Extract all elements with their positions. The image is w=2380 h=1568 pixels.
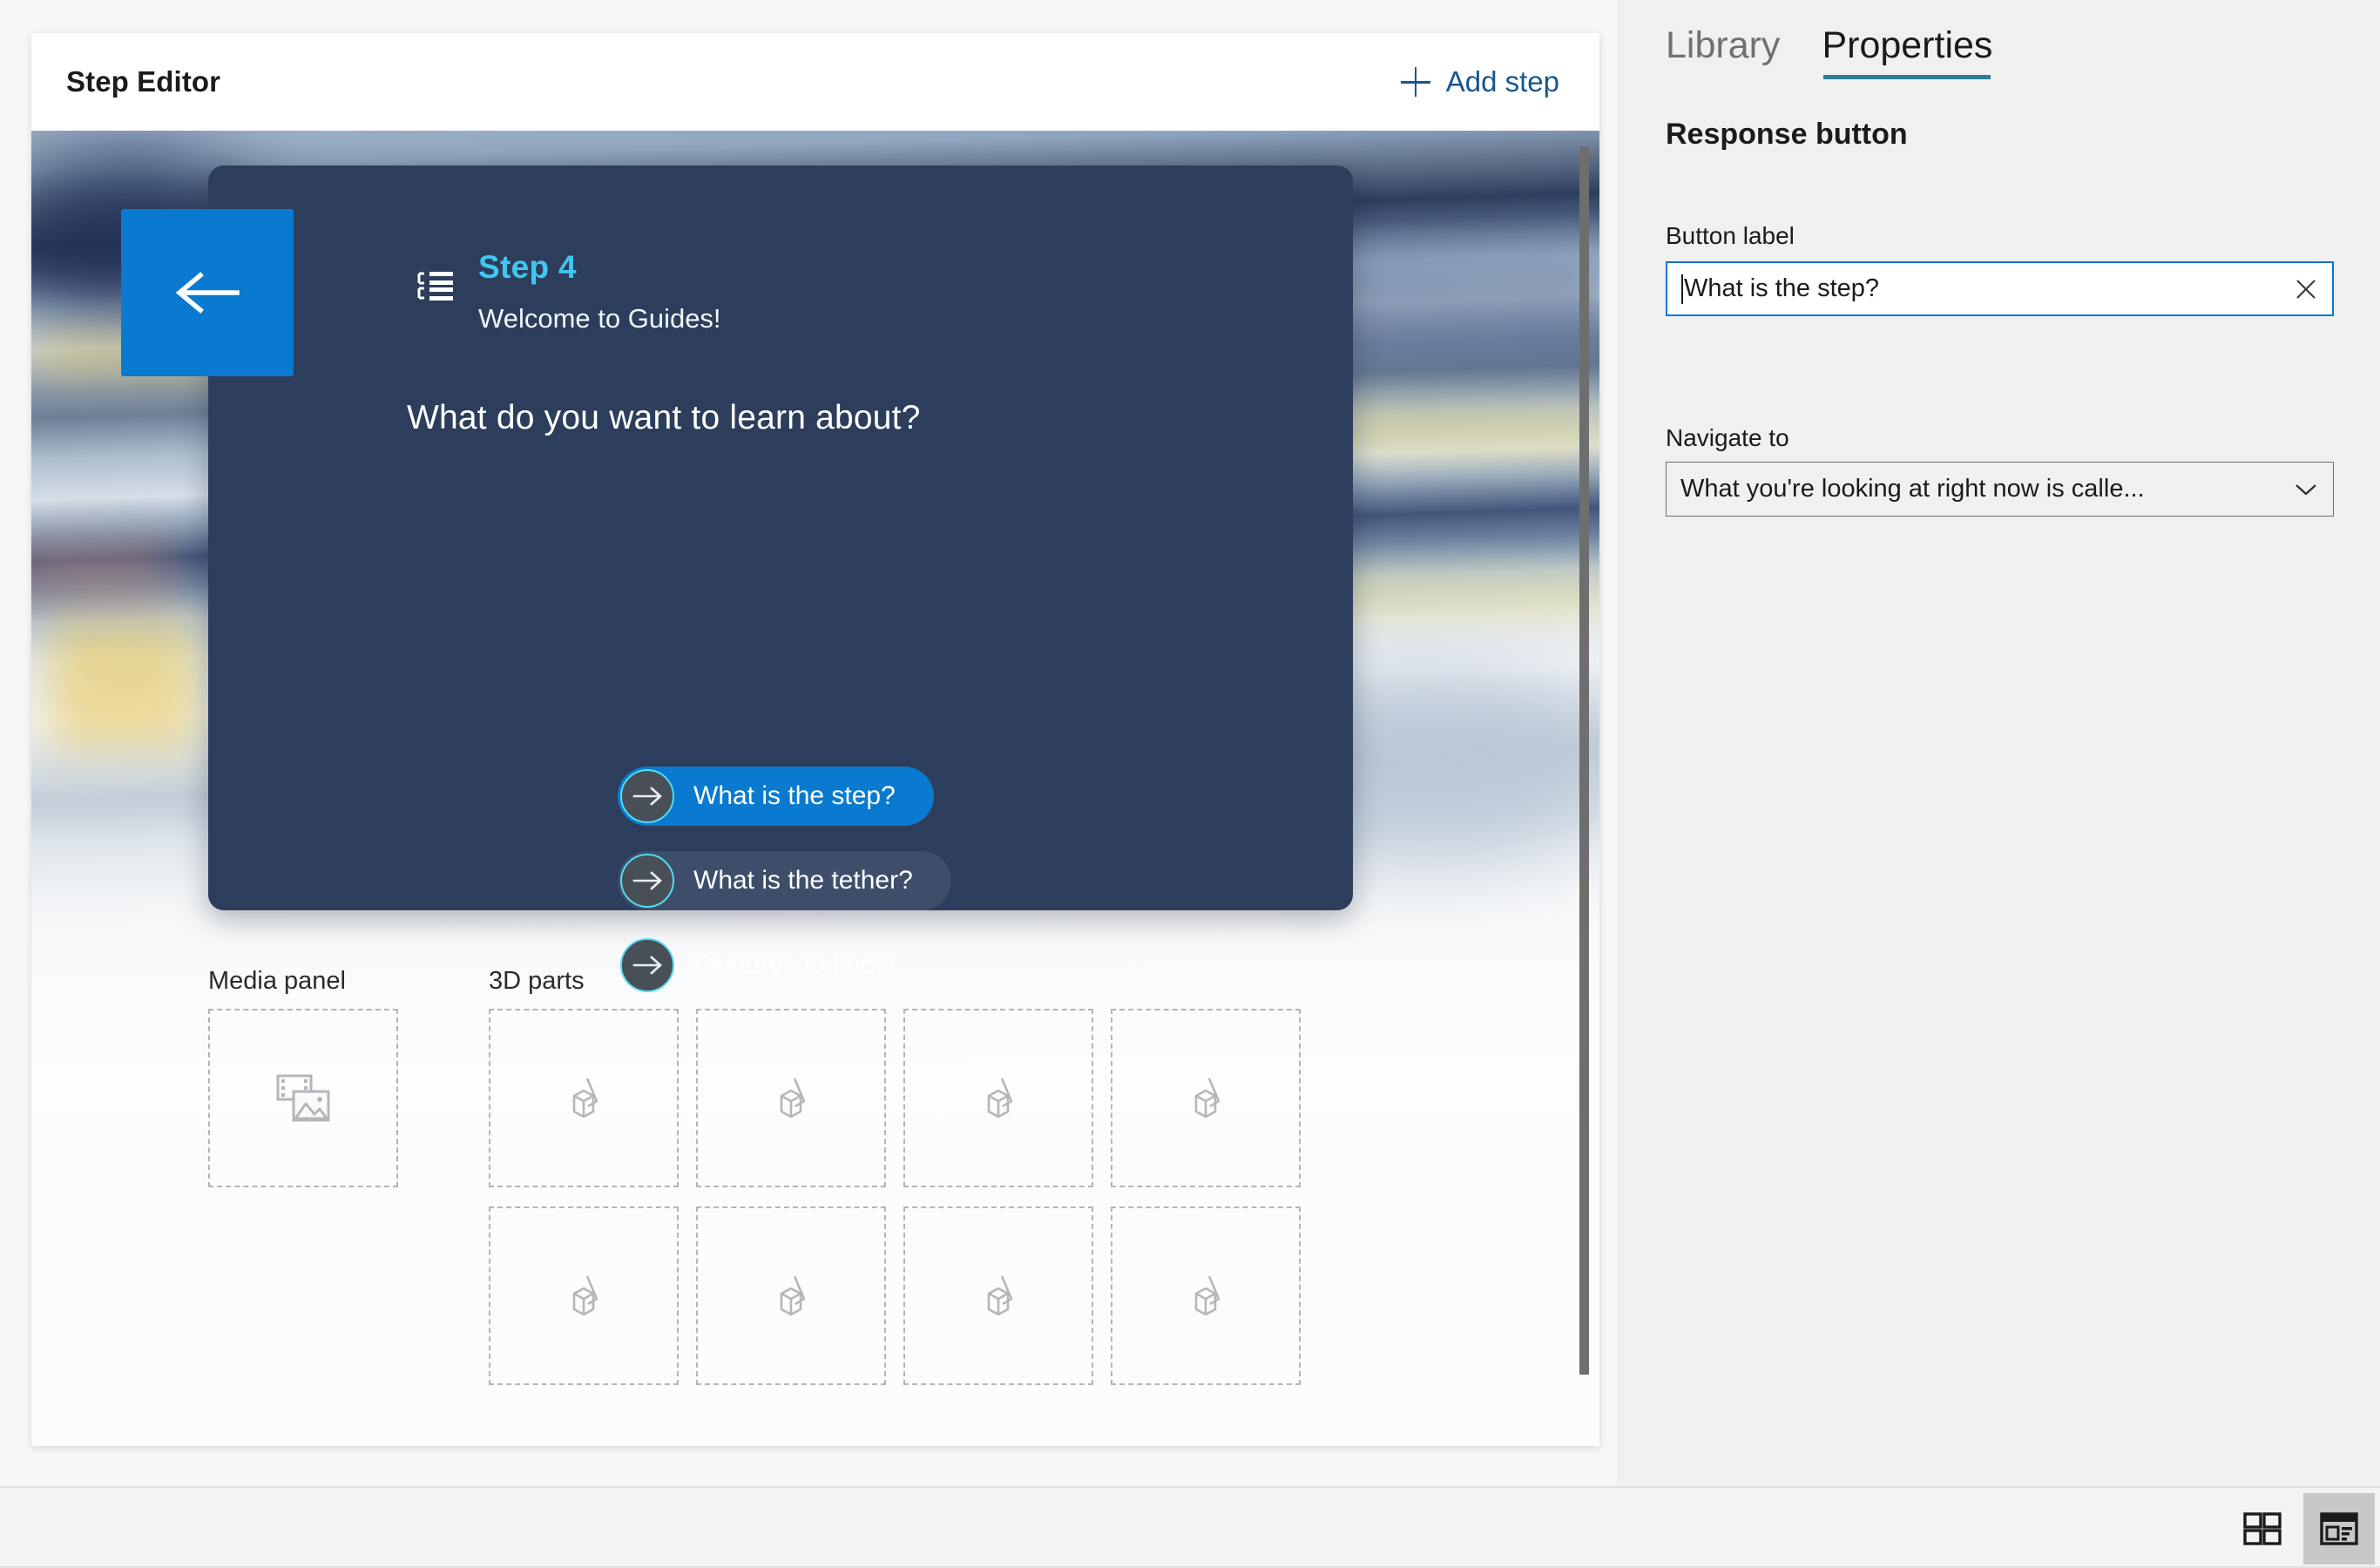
detail-view-icon bbox=[2320, 1512, 2358, 1545]
step-canvas[interactable]: Step 4 Welcome to Guides! What do you wa… bbox=[31, 131, 1599, 1446]
parts-panel-label: 3D parts bbox=[489, 967, 585, 995]
hologram-card[interactable]: Step 4 Welcome to Guides! What do you wa… bbox=[121, 166, 1353, 995]
navigate-to-value: What you're looking at right now is call… bbox=[1680, 475, 2145, 503]
response-button-0[interactable]: What is the step? bbox=[618, 767, 934, 826]
step-number-label: Step 4 bbox=[478, 249, 577, 285]
arrow-left-icon bbox=[175, 272, 240, 314]
arrow-right-icon bbox=[632, 871, 662, 890]
response-button-1[interactable]: What is the tether? bbox=[618, 851, 951, 910]
arrow-circle bbox=[620, 769, 674, 823]
arrow-circle bbox=[620, 854, 674, 908]
part-dropzone[interactable] bbox=[696, 1206, 886, 1385]
3d-part-icon bbox=[1194, 1077, 1220, 1118]
detail-view-button[interactable] bbox=[2303, 1493, 2375, 1565]
hologram-heading-text: Step 4 Welcome to Guides! bbox=[478, 249, 721, 335]
footer-bar bbox=[0, 1486, 2380, 1568]
photo-accent bbox=[1321, 418, 1599, 444]
step-editor-header: Step Editor Add step bbox=[31, 33, 1599, 131]
part-dropzone[interactable] bbox=[489, 1009, 679, 1187]
add-step-label: Add step bbox=[1445, 65, 1559, 98]
3d-part-icon bbox=[780, 1077, 806, 1118]
navigate-to-field-label: Navigate to bbox=[1666, 424, 1789, 451]
properties-pane: Library Properties Response button Butto… bbox=[1617, 0, 2380, 1486]
part-dropzone[interactable] bbox=[489, 1206, 679, 1385]
step-welcome-text: Welcome to Guides! bbox=[478, 303, 721, 334]
response-button-label: What is the tether? bbox=[693, 866, 913, 895]
3d-part-icon bbox=[572, 1077, 598, 1118]
image-placeholder-icon bbox=[276, 1074, 330, 1121]
media-panel-label: Media panel bbox=[208, 967, 346, 995]
button-label-field-label: Button label bbox=[1666, 222, 1795, 249]
page-title: Step Editor bbox=[66, 65, 221, 98]
step-editor-pane: Step Editor Add step Step 4 Welcome to G… bbox=[0, 0, 1617, 1486]
part-dropzone[interactable] bbox=[696, 1009, 886, 1187]
close-icon[interactable] bbox=[2294, 277, 2318, 301]
response-button-list: What is the step? What is the tether? Fe… bbox=[618, 767, 951, 1020]
navigate-to-select[interactable]: What you're looking at right now is call… bbox=[1666, 462, 2334, 517]
3d-part-icon bbox=[987, 1274, 1013, 1315]
app-root: Step Editor Add step Step 4 Welcome to G… bbox=[0, 0, 2380, 1568]
plus-icon bbox=[1400, 67, 1430, 97]
list-icon bbox=[417, 272, 453, 301]
hologram-header: Step 4 Welcome to Guides! bbox=[417, 249, 721, 335]
grid-view-icon bbox=[2243, 1512, 2282, 1545]
back-button[interactable] bbox=[121, 209, 294, 376]
arrow-circle bbox=[620, 938, 674, 992]
part-dropzone[interactable] bbox=[903, 1206, 1093, 1385]
button-label-value: What is the step? bbox=[1684, 274, 1880, 302]
response-button-label: What is the step? bbox=[693, 781, 896, 810]
arrow-right-icon bbox=[632, 787, 662, 806]
3d-part-icon bbox=[987, 1077, 1013, 1118]
arrow-right-icon bbox=[632, 956, 662, 975]
step-editor-card: Step Editor Add step Step 4 Welcome to G… bbox=[31, 33, 1599, 1446]
3d-part-icon bbox=[780, 1274, 806, 1315]
text-caret bbox=[1681, 274, 1683, 304]
chevron-down-icon bbox=[2295, 483, 2316, 495]
3d-part-icon bbox=[572, 1274, 598, 1315]
part-dropzone[interactable] bbox=[1111, 1009, 1301, 1187]
tab-library[interactable]: Library bbox=[1666, 24, 1780, 79]
grid-view-button[interactable] bbox=[2227, 1493, 2298, 1565]
part-dropzone[interactable] bbox=[1111, 1206, 1301, 1385]
photo-accent bbox=[49, 618, 197, 749]
photo-accent bbox=[31, 540, 171, 601]
button-label-input[interactable]: What is the step? bbox=[1666, 261, 2334, 316]
vertical-scrollbar[interactable] bbox=[1579, 146, 1589, 1375]
3d-part-icon bbox=[1194, 1274, 1220, 1315]
media-dropzone[interactable] bbox=[208, 1009, 398, 1187]
panel-tabs: Library Properties bbox=[1666, 24, 1992, 79]
tab-properties[interactable]: Properties bbox=[1822, 24, 1992, 79]
add-step-button[interactable]: Add step bbox=[1400, 65, 1559, 98]
response-button-label: Features to know bbox=[693, 950, 895, 979]
part-dropzone[interactable] bbox=[903, 1009, 1093, 1187]
response-button-2[interactable]: Features to know bbox=[618, 936, 933, 995]
properties-title: Response button bbox=[1666, 118, 1908, 151]
hologram-question: What do you want to learn about? bbox=[407, 399, 921, 436]
